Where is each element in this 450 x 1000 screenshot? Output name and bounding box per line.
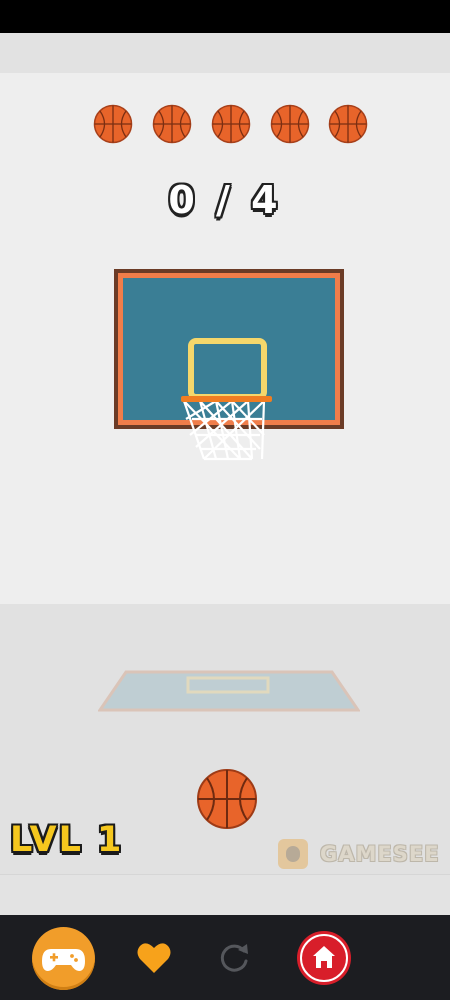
basketball-life-icon xyxy=(328,104,368,144)
hoop-reflection xyxy=(98,670,360,712)
basketball-ball[interactable] xyxy=(196,768,258,830)
home-icon xyxy=(313,946,335,968)
gamepad-icon xyxy=(42,949,85,971)
basketball-life-icon xyxy=(93,104,133,144)
basketball-hoop xyxy=(114,269,344,461)
restart-button[interactable] xyxy=(216,939,252,975)
bottom-nav xyxy=(0,915,450,1000)
top-strip xyxy=(0,33,450,73)
gamesee-logo-icon xyxy=(278,839,308,869)
level-indicator: LVL 1 xyxy=(10,820,124,860)
games-button[interactable] xyxy=(32,927,95,990)
basketball-life-icon xyxy=(211,104,251,144)
gamesee-watermark: GAMESEE xyxy=(278,838,440,870)
favorite-button[interactable] xyxy=(136,941,172,975)
heart-icon xyxy=(137,943,171,973)
home-button[interactable] xyxy=(300,934,348,982)
lives-row xyxy=(0,104,450,144)
score-counter: 0 / 4 xyxy=(168,178,282,222)
restart-icon xyxy=(220,944,248,972)
basketball-life-icon xyxy=(152,104,192,144)
status-bar xyxy=(0,0,450,33)
basketball-life-icon xyxy=(270,104,310,144)
watermark-label: GAMESEE xyxy=(320,842,440,866)
bottom-strip xyxy=(0,874,450,915)
